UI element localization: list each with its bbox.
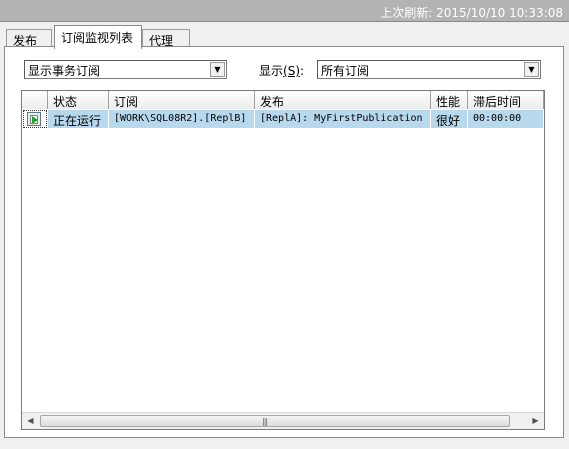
grid-header: 状态 订阅 发布 性能 滞后时间 — [22, 91, 544, 109]
scroll-left-icon[interactable]: ◀ — [22, 413, 39, 429]
column-header-performance[interactable]: 性能 — [431, 91, 468, 109]
subscription-type-value: 显示事务订阅 — [28, 64, 101, 78]
cell-status: 正在运行 — [48, 110, 109, 128]
show-filter-label: 显示(S): — [259, 62, 304, 79]
cell-subscription: [WORK\SQL08R2].[ReplB] — [109, 110, 255, 128]
tab-subscription-watch-list[interactable]: 订阅监视列表 — [54, 25, 142, 49]
show-filter-dropdown[interactable]: 所有订阅 ▼ — [317, 60, 541, 79]
last-refresh-text: 上次刷新: 2015/10/10 10:33:08 — [380, 6, 563, 20]
chevron-down-icon[interactable]: ▼ — [210, 62, 225, 77]
title-bar: 上次刷新: 2015/10/10 10:33:08 — [0, 0, 569, 22]
horizontal-scrollbar[interactable]: ◀ ||| ▶ — [22, 412, 544, 429]
column-header-latency[interactable]: 滞后时间 — [468, 91, 544, 109]
running-subscription-icon — [27, 112, 41, 126]
tab-strip: 发布 订阅监视列表 代理 — [4, 24, 565, 49]
chevron-down-icon[interactable]: ▼ — [524, 62, 539, 77]
subscription-type-dropdown[interactable]: 显示事务订阅 ▼ — [24, 60, 227, 79]
status-bar — [0, 439, 569, 449]
scrollbar-thumb[interactable]: ||| — [40, 415, 510, 427]
subscription-watch-panel: 显示事务订阅 ▼ 显示(S): 所有订阅 ▼ 状态 订阅 发布 性能 滞后时间 … — [4, 46, 564, 438]
cell-publication: [ReplA]: MyFirstPublication — [255, 110, 431, 128]
show-label-colon: : — [300, 64, 305, 78]
table-row[interactable]: 正在运行 [WORK\SQL08R2].[ReplB] [ReplA]: MyF… — [22, 110, 544, 128]
scrollbar-grip: ||| — [262, 417, 268, 426]
show-label-text: 显示 — [259, 64, 284, 78]
column-header-status[interactable]: 状态 — [48, 91, 109, 109]
cell-latency: 00:00:00 — [468, 110, 544, 128]
row-icon-cell — [22, 110, 48, 128]
column-header-subscription[interactable]: 订阅 — [109, 91, 255, 109]
column-header-publication[interactable]: 发布 — [255, 91, 431, 109]
column-header-icon[interactable] — [22, 91, 48, 109]
cell-performance: 很好 — [431, 110, 468, 128]
play-icon — [32, 116, 38, 124]
subscription-grid[interactable]: 状态 订阅 发布 性能 滞后时间 正在运行 [WORK\SQL08R2].[Re… — [21, 90, 545, 430]
show-filter-value: 所有订阅 — [321, 64, 370, 78]
scroll-right-icon[interactable]: ▶ — [527, 413, 544, 429]
show-label-hotkey: (S) — [283, 64, 300, 78]
